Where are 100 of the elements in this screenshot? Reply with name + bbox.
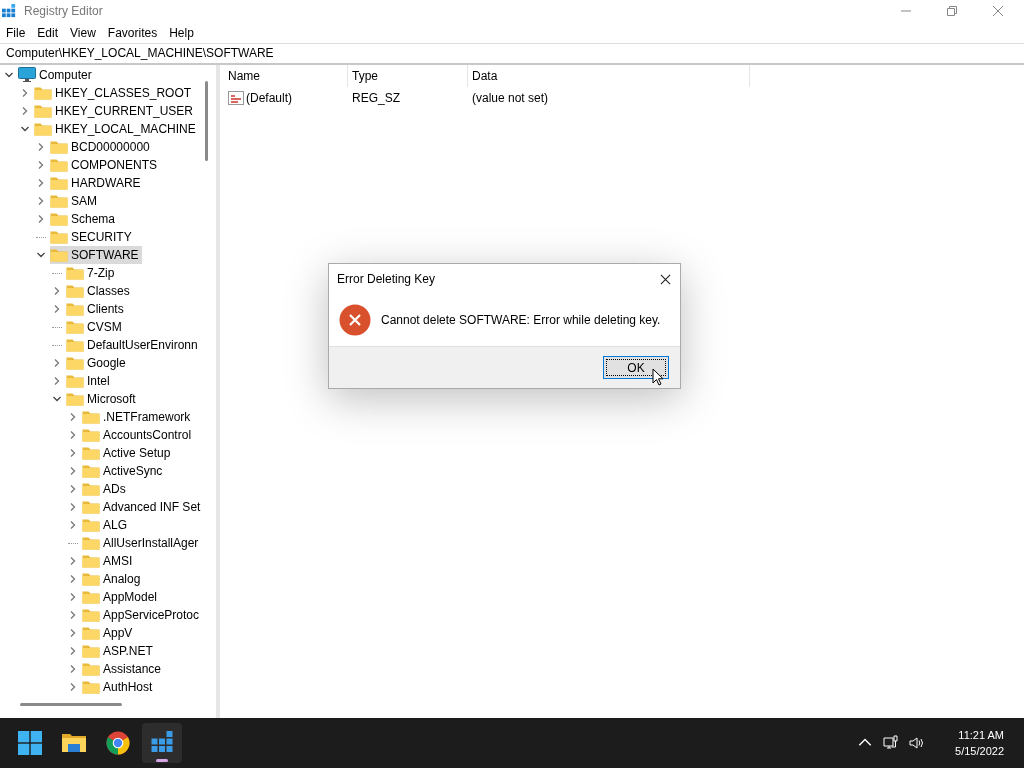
volume-icon[interactable]: [909, 735, 926, 751]
tree-item[interactable]: 7-Zip: [66, 264, 118, 282]
tree-label: HKEY_LOCAL_MACHINE: [55, 122, 196, 136]
tree-item[interactable]: AccountsControl: [82, 426, 195, 444]
tree-item[interactable]: ALG: [82, 516, 130, 534]
folder-icon: [50, 229, 68, 245]
chevron-right-icon[interactable]: [68, 466, 78, 476]
chevron-right-icon[interactable]: [68, 412, 78, 422]
tree-item[interactable]: SAM: [50, 192, 100, 210]
menu-item[interactable]: Help: [169, 25, 194, 40]
restore-icon[interactable]: [946, 5, 958, 17]
chevron-right-icon[interactable]: [36, 178, 46, 188]
chevron-right-icon[interactable]: [68, 628, 78, 638]
tree-item[interactable]: Analog: [82, 570, 144, 588]
tree-item[interactable]: ActiveSync: [82, 462, 166, 480]
tree-item[interactable]: Microsoft: [66, 390, 139, 408]
chevron-right-icon[interactable]: [68, 502, 78, 512]
tree-item[interactable]: AppModel: [82, 588, 161, 606]
tree-item[interactable]: Advanced INF Set: [82, 498, 204, 516]
tree-item[interactable]: .NETFramework: [82, 408, 194, 426]
chevron-right-icon[interactable]: [52, 304, 62, 314]
tree-item[interactable]: Assistance: [82, 660, 165, 678]
tree-item[interactable]: AppServiceProtoc: [82, 606, 203, 624]
tree-item[interactable]: Clients: [66, 300, 127, 318]
date-text: 5/15/2022: [955, 744, 1004, 759]
chevron-right-icon[interactable]: [68, 682, 78, 692]
tree-item[interactable]: DefaultUserEnvironn: [66, 336, 201, 354]
chevron-right-icon[interactable]: [36, 214, 46, 224]
chevron-right-icon[interactable]: [52, 376, 62, 386]
folder-icon: [82, 661, 100, 677]
close-icon[interactable]: [660, 273, 671, 285]
menu-item[interactable]: File: [6, 25, 26, 40]
tree-item[interactable]: Schema: [50, 210, 119, 228]
tree-item[interactable]: HKEY_LOCAL_MACHINE: [34, 120, 199, 138]
window-title: Registry Editor: [24, 4, 103, 18]
folder-icon: [82, 463, 100, 479]
ok-button[interactable]: OK: [603, 356, 669, 379]
tree-item[interactable]: BCD00000000: [50, 138, 153, 156]
chevron-right-icon[interactable]: [36, 142, 46, 152]
clock[interactable]: 11:21 AM 5/15/2022: [951, 727, 1008, 759]
tree-item[interactable]: SECURITY: [50, 228, 135, 246]
chevron-right-icon[interactable]: [68, 592, 78, 602]
chevron-right-icon[interactable]: [52, 358, 62, 368]
tree-item[interactable]: AppV: [82, 624, 136, 642]
chevron-down-icon[interactable]: [4, 70, 14, 80]
tree-label: ALG: [103, 518, 127, 532]
chevron-right-icon[interactable]: [68, 610, 78, 620]
chevron-right-icon[interactable]: [68, 520, 78, 530]
tree-label: CVSM: [87, 320, 122, 334]
chevron-right-icon[interactable]: [68, 484, 78, 494]
tree-item[interactable]: HKEY_CURRENT_USER: [34, 102, 197, 120]
vertical-scrollbar[interactable]: [205, 81, 208, 161]
menu-item[interactable]: Favorites: [107, 25, 158, 40]
tree-item[interactable]: ASP.NET: [82, 642, 156, 660]
tree-item[interactable]: CVSM: [66, 318, 125, 336]
column-header[interactable]: Data: [468, 65, 750, 87]
tree-label: AllUserInstallAger: [103, 536, 199, 550]
column-header[interactable]: Type: [348, 65, 468, 87]
chevron-down-icon[interactable]: [36, 250, 46, 260]
chevron-right-icon[interactable]: [68, 430, 78, 440]
tree-label: .NETFramework: [103, 410, 191, 424]
tree-item[interactable]: Active Setup: [82, 444, 174, 462]
tree-item[interactable]: Classes: [66, 282, 133, 300]
chevron-right-icon[interactable]: [36, 160, 46, 170]
tree-item[interactable]: ADs: [82, 480, 129, 498]
tree-item[interactable]: AMSI: [82, 552, 136, 570]
tree-label: AuthHost: [103, 680, 153, 694]
folder-icon: [82, 589, 100, 605]
tree-item[interactable]: HARDWARE: [50, 174, 144, 192]
chevron-right-icon[interactable]: [20, 88, 30, 98]
tree-label: ActiveSync: [103, 464, 163, 478]
tree-item[interactable]: SOFTWARE: [50, 246, 142, 264]
chevron-right-icon[interactable]: [68, 574, 78, 584]
tree-item[interactable]: AuthHost: [82, 678, 156, 696]
tree-item[interactable]: AllUserInstallAger: [82, 534, 202, 552]
menu-item[interactable]: Edit: [37, 25, 59, 40]
chevron-right-icon[interactable]: [68, 448, 78, 458]
chevron-right-icon[interactable]: [36, 196, 46, 206]
menu-item[interactable]: View: [70, 25, 96, 40]
horizontal-scrollbar[interactable]: [20, 703, 122, 706]
column-header[interactable]: Name: [228, 65, 348, 87]
tree-item[interactable]: Computer: [18, 66, 95, 84]
folder-icon: [82, 427, 100, 443]
chevron-right-icon[interactable]: [68, 664, 78, 674]
chevron-right-icon[interactable]: [68, 646, 78, 656]
tree-item[interactable]: Intel: [66, 372, 113, 390]
folder-icon: [82, 625, 100, 641]
windows-logo-icon: [18, 731, 42, 755]
tree-item[interactable]: HKEY_CLASSES_ROOT: [34, 84, 195, 102]
chevron-right-icon[interactable]: [52, 286, 62, 296]
tree-item[interactable]: COMPONENTS: [50, 156, 160, 174]
chevron-right-icon[interactable]: [68, 556, 78, 566]
folder-icon: [50, 175, 68, 191]
chevron-right-icon[interactable]: [20, 106, 30, 116]
chevron-down-icon[interactable]: [52, 394, 62, 404]
network-icon[interactable]: [883, 735, 900, 751]
tree-item[interactable]: Google: [66, 354, 129, 372]
folder-icon: [82, 553, 100, 569]
chevron-down-icon[interactable]: [20, 124, 30, 134]
folder-icon: [82, 571, 100, 587]
